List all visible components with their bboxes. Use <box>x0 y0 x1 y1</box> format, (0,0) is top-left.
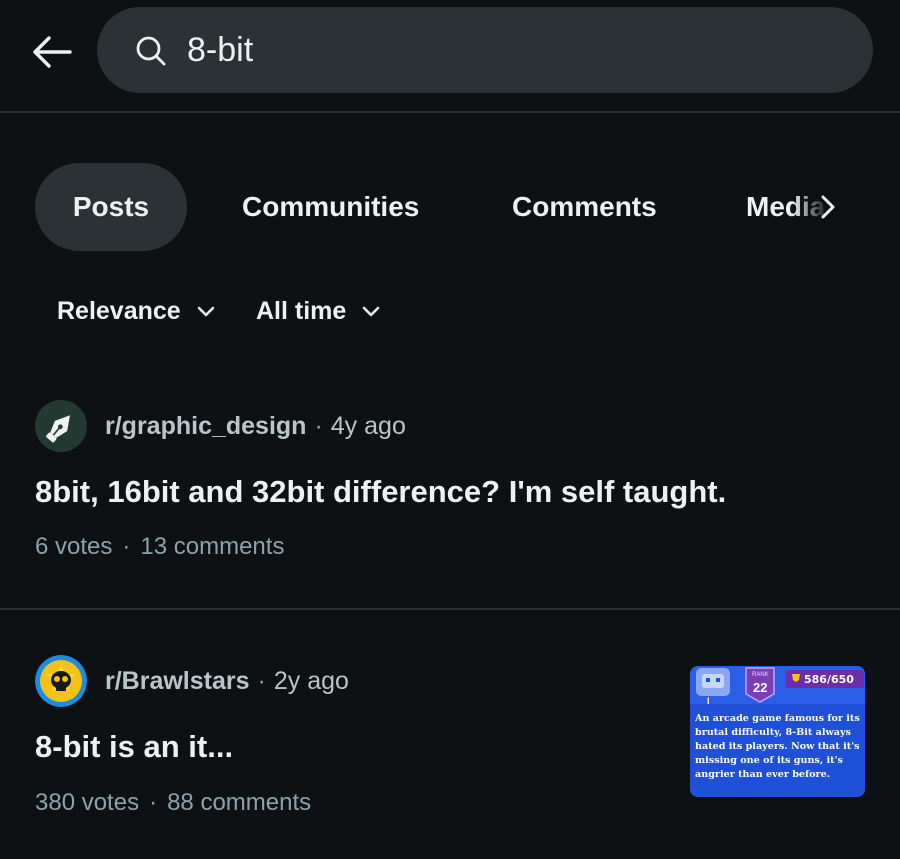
post-title[interactable]: 8-bit is an it... <box>35 729 233 765</box>
post-header: r/graphic_design · 4y ago <box>35 399 406 453</box>
comment-count: 13 comments <box>140 533 285 560</box>
sort-dropdown[interactable]: Relevance <box>57 288 217 334</box>
post-meta: 6 votes · 13 comments <box>35 533 284 561</box>
time-filter-label: All time <box>256 297 347 325</box>
time-filter-dropdown[interactable]: All time <box>256 288 382 334</box>
post-title[interactable]: 8bit, 16bit and 32bit difference? I'm se… <box>35 474 726 510</box>
subreddit-avatar[interactable] <box>35 400 87 452</box>
tab-comments[interactable]: Comments <box>512 163 657 251</box>
thumbnail-image: I RANK 22 586/650 An arcade game famous … <box>690 666 865 797</box>
search-icon <box>136 36 166 66</box>
separator-dot: · <box>314 411 323 440</box>
result-type-tabs: Posts Communities Comments Media <box>0 163 900 251</box>
separator-dot: · <box>149 789 158 816</box>
vote-count: 380 votes <box>35 789 140 816</box>
thumbnail-rank: 22 <box>753 680 767 695</box>
subreddit-name[interactable]: r/Brawlstars <box>105 667 250 696</box>
brawl-stars-skull-icon <box>35 655 87 707</box>
tab-communities[interactable]: Communities <box>242 163 419 251</box>
post-age: 4y ago <box>330 411 406 440</box>
subreddit-name[interactable]: r/graphic_design <box>105 412 306 441</box>
post-age: 2y ago <box>273 666 349 695</box>
post-header: r/Brawlstars · 2y ago <box>35 654 349 708</box>
sort-label: Relevance <box>57 297 181 325</box>
comment-count: 88 comments <box>167 789 312 816</box>
post-thumbnail[interactable]: I RANK 22 586/650 An arcade game famous … <box>690 666 865 797</box>
search-bar[interactable] <box>97 7 873 93</box>
back-button[interactable] <box>28 28 76 76</box>
post-meta: 380 votes · 88 comments <box>35 789 311 817</box>
top-bar <box>0 0 900 112</box>
vote-count: 6 votes <box>35 533 113 560</box>
svg-text:I: I <box>707 696 710 706</box>
chevron-down-icon <box>362 306 380 317</box>
thumbnail-description: An arcade game famous for its brutal dif… <box>695 713 860 780</box>
post-divider <box>0 608 900 610</box>
pen-nib-icon <box>35 400 87 452</box>
header-divider <box>0 111 900 113</box>
separator-dot: · <box>257 666 266 695</box>
chevron-right-icon[interactable] <box>812 191 844 223</box>
chevron-down-icon <box>197 306 215 317</box>
tab-posts[interactable]: Posts <box>35 163 187 251</box>
search-input[interactable] <box>187 7 827 93</box>
thumbnail-trophies: 586/650 <box>804 673 854 686</box>
thumbnail-rank-label: RANK <box>752 672 769 678</box>
subreddit-avatar[interactable] <box>35 655 87 707</box>
arrow-left-icon <box>33 36 72 68</box>
separator-dot: · <box>122 533 131 560</box>
